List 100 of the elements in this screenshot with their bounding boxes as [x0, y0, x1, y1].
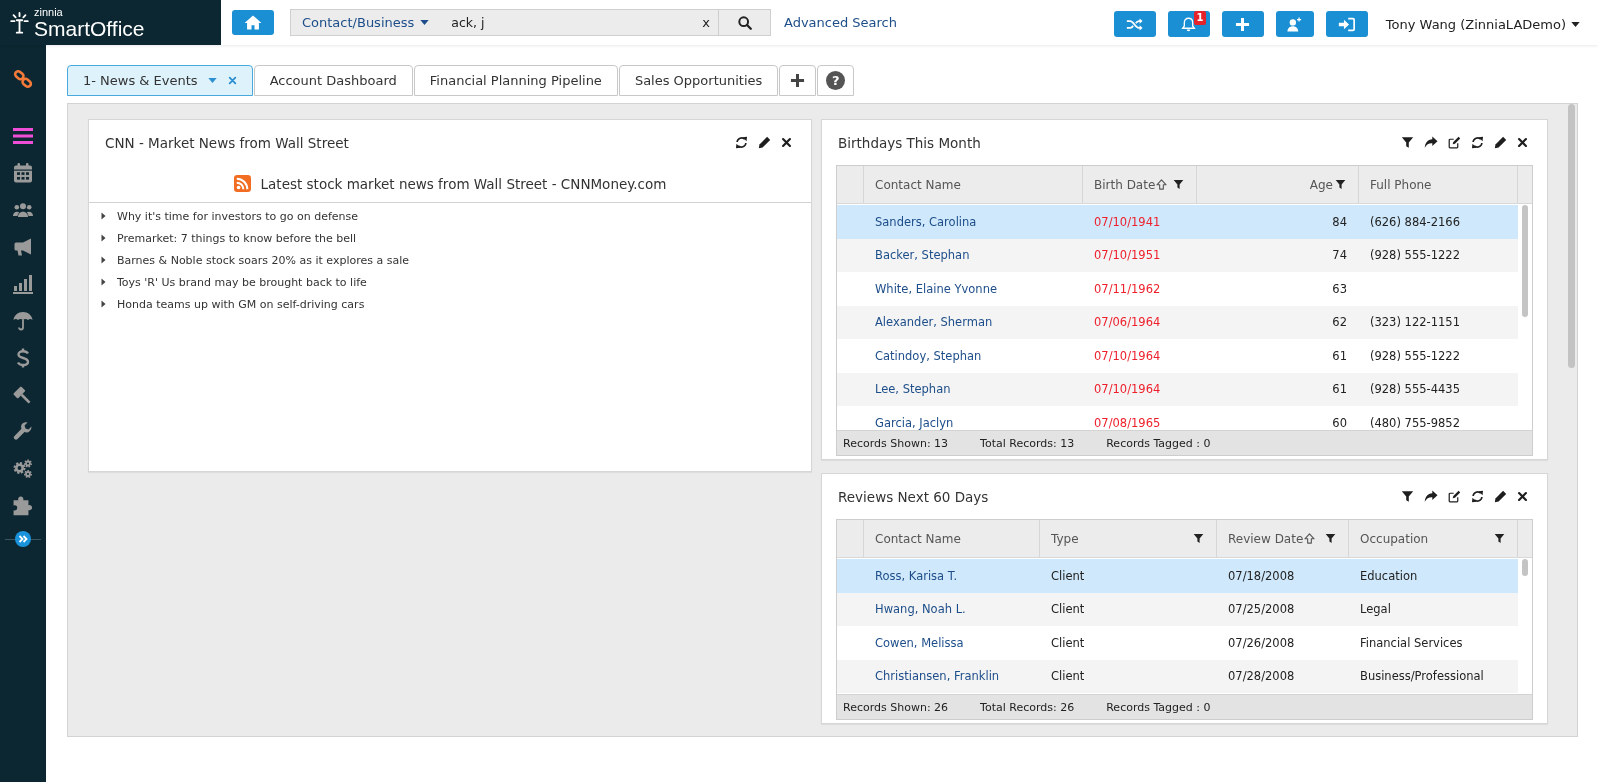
- scrollbar-thumb[interactable]: [1522, 205, 1528, 317]
- contact-link[interactable]: Backer, Stephan: [875, 248, 970, 263]
- forward-arrow-icon[interactable]: [1424, 490, 1438, 503]
- caret-icon[interactable]: [101, 278, 106, 286]
- advanced-search-link[interactable]: Advanced Search: [784, 15, 897, 30]
- contact-link[interactable]: Garcia, Jaclyn: [875, 415, 954, 430]
- add-contact-button[interactable]: [1275, 11, 1314, 37]
- contact-link[interactable]: Catindoy, Stephan: [875, 348, 982, 363]
- refresh-icon[interactable]: [735, 136, 748, 149]
- sign-in-button[interactable]: [1325, 11, 1368, 37]
- menu-icon[interactable]: [13, 127, 33, 145]
- filter-icon[interactable]: [1401, 490, 1414, 503]
- column-header[interactable]: Birth Date: [1083, 166, 1197, 203]
- filter-icon[interactable]: [1193, 533, 1204, 544]
- close-icon[interactable]: [1517, 137, 1528, 148]
- scrollbar-thumb[interactable]: [1568, 104, 1575, 368]
- wrench-icon[interactable]: [13, 422, 33, 442]
- megaphone-icon[interactable]: [13, 237, 33, 257]
- help-button[interactable]: ?: [817, 65, 855, 96]
- scrollbar-thumb[interactable]: [1522, 559, 1528, 576]
- table-cell: Business/Professional: [1360, 669, 1484, 684]
- column-header[interactable]: Full Phone: [1359, 166, 1518, 203]
- widget-title: Reviews Next 60 Days: [838, 488, 989, 505]
- table-row[interactable]: Ross, Karisa T. Client 07/18/2008 Education: [837, 559, 1518, 593]
- note-edit-icon[interactable]: [1448, 136, 1461, 149]
- contact-link[interactable]: Christiansen, Franklin: [875, 669, 1000, 684]
- gears-icon[interactable]: [13, 459, 33, 479]
- contact-link[interactable]: Alexander, Sherman: [875, 315, 993, 330]
- tab[interactable]: Financial Planning Pipeline: [413, 65, 618, 96]
- caret-icon[interactable]: [101, 234, 106, 242]
- contact-link[interactable]: Hwang, Noah L.: [875, 602, 966, 617]
- add-tab-button[interactable]: [779, 65, 817, 96]
- filter-icon[interactable]: [1335, 179, 1346, 190]
- column-header[interactable]: Age: [1197, 166, 1359, 203]
- table-row[interactable]: Backer, Stephan 07/10/1951 74 (928) 555-1222: [837, 238, 1518, 272]
- shuffle-button[interactable]: [1113, 11, 1156, 37]
- table-cell: 07/18/2008: [1228, 568, 1295, 583]
- link-icon[interactable]: [13, 69, 33, 89]
- user-menu[interactable]: Tony Wang (ZinniaLADemo): [1385, 16, 1580, 32]
- column-header[interactable]: Review Date: [1217, 520, 1349, 557]
- contact-link[interactable]: White, Elaine Yvonne: [875, 281, 997, 296]
- pencil-icon[interactable]: [758, 136, 771, 149]
- refresh-icon[interactable]: [1471, 490, 1484, 503]
- pencil-icon[interactable]: [1494, 490, 1507, 503]
- filter-icon[interactable]: [1173, 179, 1184, 190]
- scope-dropdown[interactable]: Contact/Business: [291, 10, 430, 35]
- forward-arrow-icon[interactable]: [1424, 136, 1438, 149]
- table-row[interactable]: Christiansen, Franklin Client 07/28/2008 Business/Professional: [837, 659, 1518, 693]
- table-row[interactable]: Lee, Stephan 07/10/1964 61 (928) 555-4435: [837, 372, 1518, 406]
- search-field[interactable]: Contact/Business ack, j x: [290, 9, 771, 36]
- filter-icon[interactable]: [1325, 533, 1336, 544]
- record-count: Records Tagged : 0: [1106, 436, 1211, 450]
- notifications-button[interactable]: 1: [1167, 11, 1210, 37]
- refresh-icon[interactable]: [1471, 136, 1484, 149]
- tab[interactable]: Account Dashboard: [253, 65, 413, 96]
- home-button[interactable]: [232, 10, 274, 35]
- table-cell: (928) 555-1222: [1370, 348, 1460, 363]
- puzzle-icon[interactable]: [13, 496, 33, 516]
- news-link[interactable]: Why it's time for investors to go on defense: [117, 209, 359, 223]
- contact-link[interactable]: Ross, Karisa T.: [875, 568, 958, 583]
- expand-icon[interactable]: [15, 531, 31, 547]
- bar-chart-icon[interactable]: [13, 274, 33, 294]
- news-link[interactable]: Premarket: 7 things to know before the bell: [117, 231, 357, 245]
- table-row[interactable]: Sanders, Carolina 07/10/1941 84 (626) 884-2166: [837, 205, 1518, 239]
- table-row[interactable]: Hwang, Noah L. Client 07/25/2008 Legal: [837, 592, 1518, 626]
- column-header[interactable]: Contact Name: [864, 520, 1040, 557]
- tab[interactable]: Sales Opportunities: [618, 65, 779, 96]
- shuffle-icon: [1126, 16, 1144, 32]
- filter-icon[interactable]: [1401, 136, 1414, 149]
- calendar-icon[interactable]: [13, 163, 33, 183]
- table-cell: Legal: [1360, 602, 1391, 617]
- news-link[interactable]: Barnes & Noble stock soars 20% as it explores a sale: [117, 253, 409, 267]
- feed-title: Latest stock market news from Wall Street - CNNMoney.com: [260, 175, 667, 192]
- caret-icon[interactable]: [101, 256, 106, 264]
- add-button[interactable]: [1221, 11, 1264, 37]
- close-icon[interactable]: [1517, 491, 1528, 502]
- table-row[interactable]: Alexander, Sherman 07/06/1964 62 (323) 122-1151: [837, 305, 1518, 339]
- caret-icon[interactable]: [101, 212, 106, 220]
- contact-link[interactable]: Sanders, Carolina: [875, 214, 977, 229]
- news-link[interactable]: Honda teams up with GM on self-driving cars: [117, 297, 365, 311]
- table-cell: (928) 555-1222: [1370, 248, 1460, 263]
- caret-icon[interactable]: [101, 300, 106, 308]
- umbrella-icon[interactable]: [13, 311, 33, 331]
- filter-icon[interactable]: [1494, 533, 1505, 544]
- table-cell: 74: [1332, 248, 1347, 263]
- column-header[interactable]: Occupation: [1349, 520, 1518, 557]
- close-icon[interactable]: [781, 137, 792, 148]
- people-icon[interactable]: [13, 200, 33, 220]
- news-link[interactable]: Toys 'R' Us brand may be brought back to life: [117, 275, 367, 289]
- note-edit-icon[interactable]: [1448, 490, 1461, 503]
- clear-button[interactable]: x: [694, 10, 718, 35]
- pencil-icon[interactable]: [1494, 136, 1507, 149]
- contact-link[interactable]: Cowen, Melissa: [875, 635, 964, 650]
- contact-link[interactable]: Lee, Stephan: [875, 382, 951, 397]
- gavel-icon[interactable]: [13, 385, 33, 405]
- table-cell: 07/26/2008: [1228, 635, 1295, 650]
- table-cell: 07/10/1964: [1094, 382, 1161, 397]
- column-header[interactable]: Type: [1040, 520, 1217, 557]
- column-header[interactable]: Contact Name: [864, 166, 1083, 203]
- brand-tagline: zinnia: [34, 6, 64, 18]
